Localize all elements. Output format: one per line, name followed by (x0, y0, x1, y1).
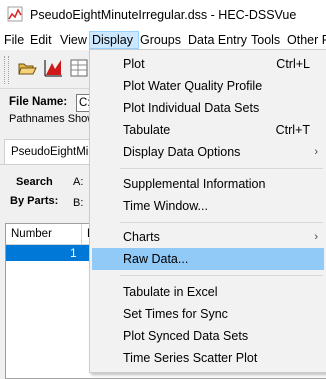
plot-icon[interactable] (42, 57, 64, 79)
menu-file[interactable]: File (4, 32, 24, 49)
row-number: 1 (70, 246, 77, 260)
menu-item-time-window[interactable]: Time Window... (92, 195, 324, 217)
title-bar: PseudoEightMinuteIrregular.dss - HEC-DSS… (0, 0, 326, 30)
menu-item-label: Charts (123, 230, 160, 244)
menu-item-plot-synced-data-sets[interactable]: Plot Synced Data Sets (92, 325, 324, 347)
menu-item-label: Time Window... (123, 199, 208, 213)
menu-item-supplemental-information[interactable]: Supplemental Information (92, 173, 324, 195)
menu-item-label: Plot Individual Data Sets (123, 101, 260, 115)
menu-item-label: Plot (123, 57, 145, 71)
menu-item-label: Supplemental Information (123, 177, 266, 191)
menu-edit[interactable]: Edit (30, 32, 52, 49)
menu-item-plot-individual-data-sets[interactable]: Plot Individual Data Sets (92, 97, 324, 119)
menu-item-raw-data[interactable]: Raw Data... (92, 248, 324, 270)
menu-item-set-times-for-sync[interactable]: Set Times for Sync (92, 303, 324, 325)
menu-item-shortcut: Ctrl+T (275, 123, 310, 137)
submenu-arrow-icon: › (314, 231, 318, 243)
pathnames-shown-label: Pathnames Shown (9, 113, 102, 125)
menu-item-label: Tabulate in Excel (123, 285, 218, 299)
menu-item-label: Set Times for Sync (123, 307, 228, 321)
search-label: Search (16, 176, 53, 188)
display-menu: Plot Ctrl+L Plot Water Quality Profile P… (89, 49, 326, 373)
menu-data-entry[interactable]: Data Entry (188, 32, 247, 49)
menu-other[interactable]: Other F (287, 32, 326, 49)
menu-item-tabulate[interactable]: Tabulate Ctrl+T (92, 119, 324, 141)
menu-item-label: Plot Synced Data Sets (123, 329, 249, 343)
menu-item-charts[interactable]: Charts › (92, 226, 324, 248)
menu-separator (120, 168, 323, 169)
menu-item-label: Raw Data... (123, 252, 189, 266)
menu-bar: File Edit View Display Groups Data Entry… (0, 30, 326, 50)
menu-item-label: Time Series Scatter Plot (123, 351, 258, 365)
menu-item-tabulate-in-excel[interactable]: Tabulate in Excel (92, 281, 324, 303)
menu-tools[interactable]: Tools (251, 32, 280, 49)
toolbar-grip (4, 56, 9, 84)
submenu-arrow-icon: › (314, 146, 318, 158)
menu-item-time-series-scatter-plot[interactable]: Time Series Scatter Plot (92, 347, 324, 369)
menu-display[interactable]: Display (89, 31, 139, 49)
menu-item-shortcut: Ctrl+L (276, 57, 310, 71)
menu-separator (120, 222, 323, 223)
by-parts-label: By Parts: (10, 195, 59, 207)
menu-view[interactable]: View (60, 32, 87, 49)
app-icon (7, 6, 23, 22)
menu-item-label: Tabulate (123, 123, 171, 137)
window-title: PseudoEightMinuteIrregular.dss - HEC-DSS… (30, 8, 297, 22)
menu-item-plot-water-quality-profile[interactable]: Plot Water Quality Profile (92, 75, 324, 97)
part-b-label: B: (73, 197, 84, 209)
menu-separator (120, 275, 323, 276)
menu-groups[interactable]: Groups (140, 32, 181, 49)
menu-item-plot[interactable]: Plot Ctrl+L (92, 53, 324, 75)
file-name-label: File Name: (9, 96, 68, 108)
menu-item-label: Plot Water Quality Profile (123, 79, 263, 93)
part-a-label: A: (73, 176, 84, 188)
menu-item-label: Display Data Options (123, 145, 241, 159)
tabulate-icon[interactable] (68, 57, 90, 79)
menu-item-display-data-options[interactable]: Display Data Options › (92, 141, 324, 163)
open-folder-icon[interactable] (16, 57, 38, 79)
col-header-number[interactable]: Number (6, 224, 82, 245)
